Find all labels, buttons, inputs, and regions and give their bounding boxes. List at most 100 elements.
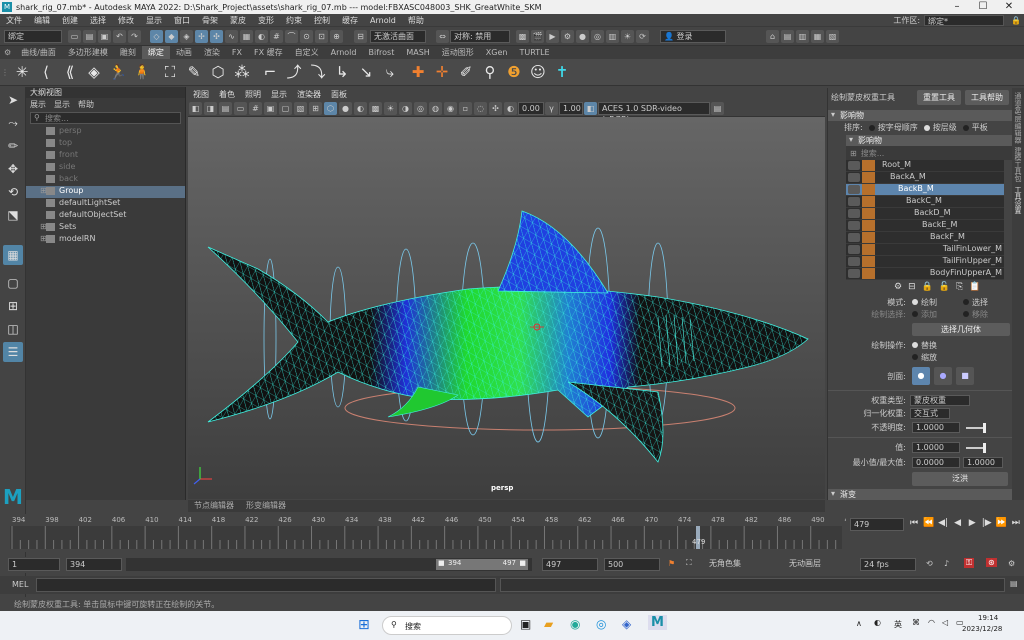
lock-weights-icon[interactable] bbox=[862, 232, 875, 243]
snap-point-icon[interactable]: ⊙ bbox=[300, 29, 313, 43]
menu-arnold[interactable]: Arnold bbox=[364, 16, 402, 25]
sync-icon[interactable]: ⟳ bbox=[636, 29, 649, 43]
outliner-item[interactable]: ⊞ Sets bbox=[26, 222, 185, 234]
hold-weights-icon[interactable]: 🔒 bbox=[922, 282, 933, 292]
influence-row[interactable]: BackD_M bbox=[846, 208, 1004, 220]
insert-joint-icon[interactable]: ⟨ bbox=[36, 62, 56, 82]
influence-row[interactable]: BodyFinUpperA_M bbox=[846, 268, 1004, 280]
outliner-item[interactable]: ⊞ modelRN bbox=[26, 234, 185, 246]
anim-start-field[interactable]: 394 bbox=[66, 558, 122, 571]
time-slider-track[interactable]: 479 bbox=[10, 526, 842, 549]
login-button[interactable]: 👤 登录 bbox=[660, 29, 726, 43]
menu-windows[interactable]: 窗口 bbox=[168, 15, 196, 26]
add-influence-icon[interactable]: ⚙ bbox=[894, 282, 902, 292]
maya-taskbar-icon[interactable]: M bbox=[648, 615, 667, 630]
shelf-tab-motion-graphics[interactable]: 运动图形 bbox=[436, 46, 480, 59]
parent-constraint-icon[interactable]: ⤷ bbox=[380, 62, 400, 82]
menu-modify[interactable]: 修改 bbox=[112, 15, 140, 26]
save-scene-icon[interactable]: ▣ bbox=[98, 29, 111, 43]
start-time-field[interactable]: 1 bbox=[8, 558, 60, 571]
vp-menu-renderer[interactable]: 渲染器 bbox=[292, 89, 326, 100]
menu-skeleton[interactable]: 骨架 bbox=[196, 15, 224, 26]
taskbar-search[interactable]: ⚲ 搜索 bbox=[382, 616, 512, 635]
select-tool-icon[interactable]: ➤ bbox=[3, 90, 23, 110]
profile-soft-icon[interactable]: ● bbox=[934, 367, 952, 385]
rotate-tool-icon[interactable]: ⟲ bbox=[3, 182, 23, 202]
wechat-icon[interactable]: ◉ bbox=[570, 617, 580, 631]
character-set-dropdown[interactable]: 无角色集 bbox=[706, 558, 776, 571]
light-editor-icon[interactable]: ☀ bbox=[621, 29, 634, 43]
expand-icon[interactable]: ⊞ bbox=[40, 186, 47, 195]
lights-icon[interactable]: ☀ bbox=[384, 101, 397, 115]
menu-cache[interactable]: 缓存 bbox=[336, 15, 364, 26]
bookmark-icon[interactable]: ▤ bbox=[219, 101, 232, 115]
outliner-item[interactable]: back bbox=[26, 174, 185, 186]
lock-weights-icon[interactable] bbox=[862, 244, 875, 255]
influence-sub-header[interactable]: 影响物 bbox=[846, 135, 1012, 146]
visibility-icon[interactable] bbox=[848, 161, 860, 170]
visibility-icon[interactable] bbox=[848, 269, 860, 278]
clock-time[interactable]: 19:14 bbox=[978, 614, 998, 622]
script-editor-icon[interactable]: ▤ bbox=[1010, 579, 1018, 588]
outliner-item[interactable]: defaultObjectSet bbox=[26, 210, 185, 222]
exposure-field[interactable]: 0.00 bbox=[518, 101, 544, 115]
ao-icon[interactable]: ◎ bbox=[414, 101, 427, 115]
layout-icon-b[interactable]: ▥ bbox=[796, 29, 809, 43]
unhold-weights-icon[interactable]: 🔓 bbox=[939, 282, 950, 292]
xray-icon[interactable]: ◌ bbox=[474, 101, 487, 115]
paint-remove-radio[interactable] bbox=[963, 311, 969, 317]
home-icon[interactable]: ⌂ bbox=[766, 29, 779, 43]
influence-row[interactable]: TailFinLower_M bbox=[846, 244, 1004, 256]
live-surface-field[interactable]: 无激活曲面 bbox=[370, 29, 426, 43]
resolution-gate-icon[interactable]: ▢ bbox=[279, 101, 292, 115]
app-icon[interactable]: ◈ bbox=[622, 617, 631, 631]
xray-joints-icon[interactable]: ✣ bbox=[489, 101, 502, 115]
scale-tool-icon[interactable]: ⬔ bbox=[3, 205, 23, 225]
maximize-button[interactable]: ☐ bbox=[970, 0, 996, 14]
layout-split-icon[interactable]: ◫ bbox=[3, 319, 23, 339]
influence-row[interactable]: BackF_M bbox=[846, 232, 1004, 244]
step-back-frame-icon[interactable]: ◀| bbox=[937, 518, 949, 528]
default-material-icon[interactable]: ◐ bbox=[354, 101, 367, 115]
wireframe-icon[interactable]: ⬡ bbox=[324, 101, 337, 115]
locator-icon[interactable]: ✚ bbox=[408, 62, 428, 82]
influence-row[interactable]: BackC_M bbox=[846, 196, 1004, 208]
menu-select[interactable]: 选择 bbox=[84, 15, 112, 26]
outliner-menu-show[interactable]: 展示 bbox=[26, 99, 50, 110]
grid-icon[interactable]: # bbox=[249, 101, 262, 115]
sort-hierarchy-radio[interactable] bbox=[923, 124, 930, 131]
lock-weights-icon[interactable] bbox=[862, 268, 875, 279]
layout-icon-d[interactable]: ▧ bbox=[826, 29, 839, 43]
file-explorer-icon[interactable]: ▰ bbox=[544, 617, 553, 631]
shelf-gear-icon[interactable]: ⚙ bbox=[0, 48, 15, 57]
new-scene-icon[interactable]: ▭ bbox=[68, 29, 81, 43]
orient-constraint-icon[interactable]: ↳ bbox=[332, 62, 352, 82]
paint-weights-icon[interactable]: ✎ bbox=[184, 62, 204, 82]
vp-menu-shading[interactable]: 着色 bbox=[214, 89, 240, 100]
gamma-icon[interactable]: γ bbox=[545, 101, 558, 115]
op-scale-radio[interactable] bbox=[912, 354, 918, 360]
lock-weights-icon[interactable] bbox=[862, 160, 875, 171]
shelf-tab-turtle[interactable]: TURTLE bbox=[513, 46, 555, 59]
tab-shape-editor[interactable]: 形变编辑器 bbox=[240, 500, 292, 512]
ipr-render-icon[interactable]: ▶ bbox=[546, 29, 559, 43]
panel-layout-icon[interactable]: ▤ bbox=[711, 101, 724, 115]
rivet-icon[interactable]: ✐ bbox=[456, 62, 476, 82]
max-value-field[interactable]: 1.0000 bbox=[963, 456, 1003, 468]
select-geometry-button[interactable]: 选择几何体 bbox=[912, 323, 1010, 336]
shelf-tab-xgen[interactable]: XGen bbox=[480, 46, 514, 59]
value-slider[interactable] bbox=[966, 442, 986, 453]
gradient-section-header[interactable]: 渐变 bbox=[828, 489, 1012, 500]
skin-tool-icon[interactable]: ⚲ bbox=[480, 62, 500, 82]
lock-weights-icon[interactable] bbox=[862, 220, 875, 231]
field-chart-icon[interactable]: ⊞ bbox=[309, 101, 322, 115]
play-backward-icon[interactable]: ◀ bbox=[952, 518, 964, 528]
shelf-tab-mash[interactable]: MASH bbox=[400, 46, 435, 59]
weight-type-dropdown[interactable]: 蒙皮权重 bbox=[910, 395, 970, 406]
shadows-icon[interactable]: ◑ bbox=[399, 101, 412, 115]
symmetry-dropdown[interactable]: 对称: 禁用 bbox=[450, 29, 510, 43]
mel-input[interactable] bbox=[36, 578, 496, 592]
layout-outliner-icon[interactable]: ☰ bbox=[3, 342, 23, 362]
influence-row[interactable]: TailFinUpper_M bbox=[846, 256, 1004, 268]
film-gate-icon[interactable]: ▣ bbox=[264, 101, 277, 115]
